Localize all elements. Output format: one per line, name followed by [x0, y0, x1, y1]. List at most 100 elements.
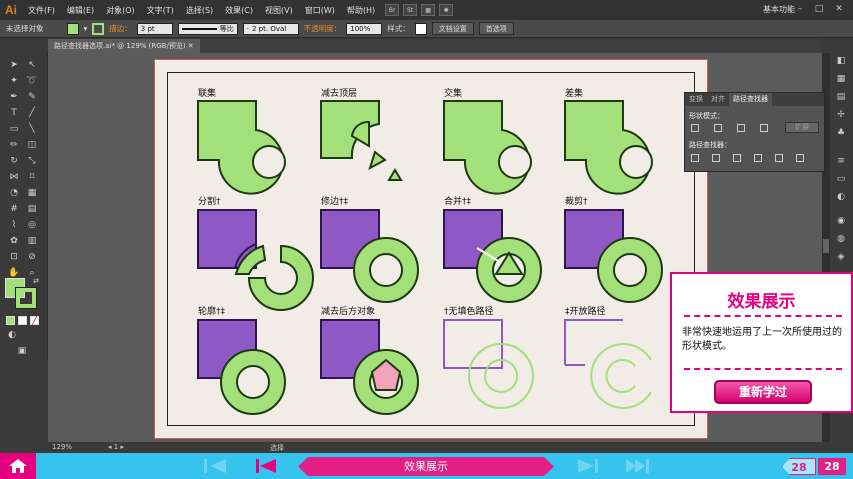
exclude-mode-icon[interactable] [760, 124, 768, 132]
free-transform-icon[interactable]: ⌑ [26, 171, 38, 183]
menu-file[interactable]: 文件(F) [22, 5, 61, 16]
rotate-tool-icon[interactable]: ↻ [8, 155, 20, 167]
direct-selection-tool-icon[interactable]: ↖ [26, 59, 38, 71]
relearn-button[interactable]: 重新学过 [714, 380, 812, 404]
gradient-panel-icon[interactable]: ▭ [834, 173, 848, 185]
merge-icon[interactable] [733, 154, 741, 162]
crop-icon[interactable] [754, 154, 762, 162]
stroke-color-box[interactable] [15, 287, 37, 309]
blend-tool-icon[interactable]: ◎ [26, 219, 38, 231]
stroke-swatch[interactable] [92, 22, 105, 35]
trim-icon[interactable] [712, 154, 720, 162]
gradient-mode-icon[interactable] [18, 316, 27, 325]
rectangle-tool-icon[interactable]: ▭ [8, 123, 20, 135]
gpu-icon[interactable]: ✺ [439, 4, 454, 16]
menu-edit[interactable]: 编辑(E) [61, 5, 100, 16]
pencil-tool-icon[interactable]: ✏ [8, 139, 20, 151]
previous-page-number[interactable]: 28 [782, 458, 816, 475]
menu-view[interactable]: 视图(V) [259, 5, 299, 16]
first-page-icon[interactable] [204, 459, 226, 473]
unite-mode-icon[interactable] [691, 124, 699, 132]
graphic-style-swatch[interactable] [414, 22, 427, 35]
minimize-icon[interactable]: – [793, 3, 807, 16]
minus-back-icon[interactable] [796, 154, 804, 162]
artboard-nav[interactable]: ◂ 1 ▸ [108, 443, 124, 451]
swap-fill-stroke-icon[interactable]: ⇄ [30, 275, 42, 287]
scale-tool-icon[interactable]: ⤡ [26, 155, 38, 167]
bridge-button[interactable]: Br [385, 4, 400, 16]
next-page-icon[interactable] [578, 459, 598, 473]
tab-align[interactable]: 对齐 [707, 93, 729, 106]
paintbrush-icon[interactable]: ╲ [26, 123, 38, 135]
opacity-label[interactable]: 不透明度： [304, 23, 342, 34]
curvature-tool-icon[interactable]: ✎ [26, 91, 38, 103]
close-icon[interactable]: ✕ [832, 3, 846, 16]
menu-object[interactable]: 对象(O) [100, 5, 141, 16]
expand-button[interactable]: 扩展 [785, 122, 819, 133]
transparency-icon[interactable]: ◐ [834, 191, 848, 203]
chevron-down-icon[interactable]: ▾ [84, 24, 88, 33]
last-page-icon[interactable] [626, 459, 650, 473]
eraser-icon[interactable]: ◫ [26, 139, 38, 151]
prev-page-icon[interactable] [256, 459, 276, 473]
gradient-tool-icon[interactable]: ▤ [26, 203, 38, 215]
home-button[interactable] [0, 453, 36, 479]
opacity-field[interactable]: 100% [346, 22, 383, 35]
appearance-icon[interactable]: ◉ [834, 215, 848, 227]
menu-select[interactable]: 选择(S) [180, 5, 219, 16]
stroke-weight-field[interactable]: 3 pt [136, 22, 173, 35]
menu-help[interactable]: 帮助(H) [341, 5, 381, 16]
pen-tool-icon[interactable]: ✒ [8, 91, 20, 103]
outline-icon[interactable] [775, 154, 783, 162]
stroke-panel-icon[interactable]: ≡ [834, 155, 848, 167]
color-mode-icon[interactable] [6, 316, 15, 325]
selection-tool-icon[interactable]: ➤ [8, 59, 20, 71]
workspace-switcher[interactable]: 基本功能 [763, 4, 795, 15]
menu-effect[interactable]: 效果(C) [219, 5, 259, 16]
zoom-field[interactable]: 129% [52, 443, 72, 451]
magic-wand-icon[interactable]: ✦ [8, 75, 20, 87]
intersect-mode-icon[interactable] [737, 124, 745, 132]
artboard-tool-icon[interactable]: ⊡ [8, 251, 20, 263]
brushes-icon[interactable]: ✢ [834, 109, 848, 121]
slice-tool-icon[interactable]: ⊘ [26, 251, 38, 263]
tab-transform[interactable]: 变换 [685, 93, 707, 106]
width-tool-icon[interactable]: ⋈ [8, 171, 20, 183]
brush-definition[interactable]: · 2 pt. Oval [242, 22, 299, 35]
variable-width-profile[interactable]: 等比 [177, 22, 238, 35]
none-mode-icon[interactable]: ╱ [30, 316, 39, 325]
fill-swatch[interactable] [66, 22, 79, 35]
line-tool-icon[interactable]: ╱ [26, 107, 38, 119]
graphic-styles-icon[interactable]: ◍ [834, 233, 848, 245]
stock-button[interactable]: St [403, 4, 418, 16]
eyedropper-icon[interactable]: ⌇ [8, 219, 20, 231]
color-guide-icon[interactable]: ▦ [834, 73, 848, 85]
color-panel-icon[interactable]: ◧ [834, 55, 848, 67]
perspective-grid-icon[interactable]: ▦ [26, 187, 38, 199]
shape-builder-icon[interactable]: ◔ [8, 187, 20, 199]
artboard[interactable]: 联集 减去顶层 交集 差集 分割† 修边†‡ 合并†‡ 裁剪† 轮廓†‡ 减去后… [154, 59, 708, 439]
minus-front-mode-icon[interactable] [714, 124, 722, 132]
lasso-icon[interactable]: ➰ [26, 75, 38, 87]
menu-window[interactable]: 窗口(W) [299, 5, 341, 16]
type-tool-icon[interactable]: T [8, 107, 20, 119]
preferences-button[interactable]: 首选项 [478, 22, 514, 35]
draw-mode-icon[interactable]: ◐ [6, 329, 18, 341]
close-tab-icon[interactable]: ✕ [188, 42, 194, 50]
swatches-icon[interactable]: ▤ [834, 91, 848, 103]
symbols-icon[interactable]: ♣ [834, 127, 848, 139]
document-setup-button[interactable]: 文档设置 [431, 22, 474, 35]
document-tab[interactable]: 路径查找器选项.ai* @ 129% (RGB/预览) ✕ [48, 39, 200, 53]
stroke-label[interactable]: 描边： [109, 23, 132, 34]
arrange-grid-icon[interactable]: ▦ [421, 4, 436, 16]
layers-icon[interactable]: ◈ [834, 251, 848, 263]
symbol-sprayer-icon[interactable]: ✿ [8, 235, 20, 247]
maximize-icon[interactable]: □ [812, 3, 826, 16]
mesh-tool-icon[interactable]: # [8, 203, 20, 215]
graph-tool-icon[interactable]: ▥ [26, 235, 38, 247]
divide-icon[interactable] [691, 154, 699, 162]
screen-mode-icon[interactable]: ▣ [16, 345, 28, 357]
scroll-thumb[interactable] [823, 239, 829, 253]
menu-type[interactable]: 文字(T) [141, 5, 180, 16]
tab-pathfinder[interactable]: 路径查找器 [729, 93, 772, 106]
